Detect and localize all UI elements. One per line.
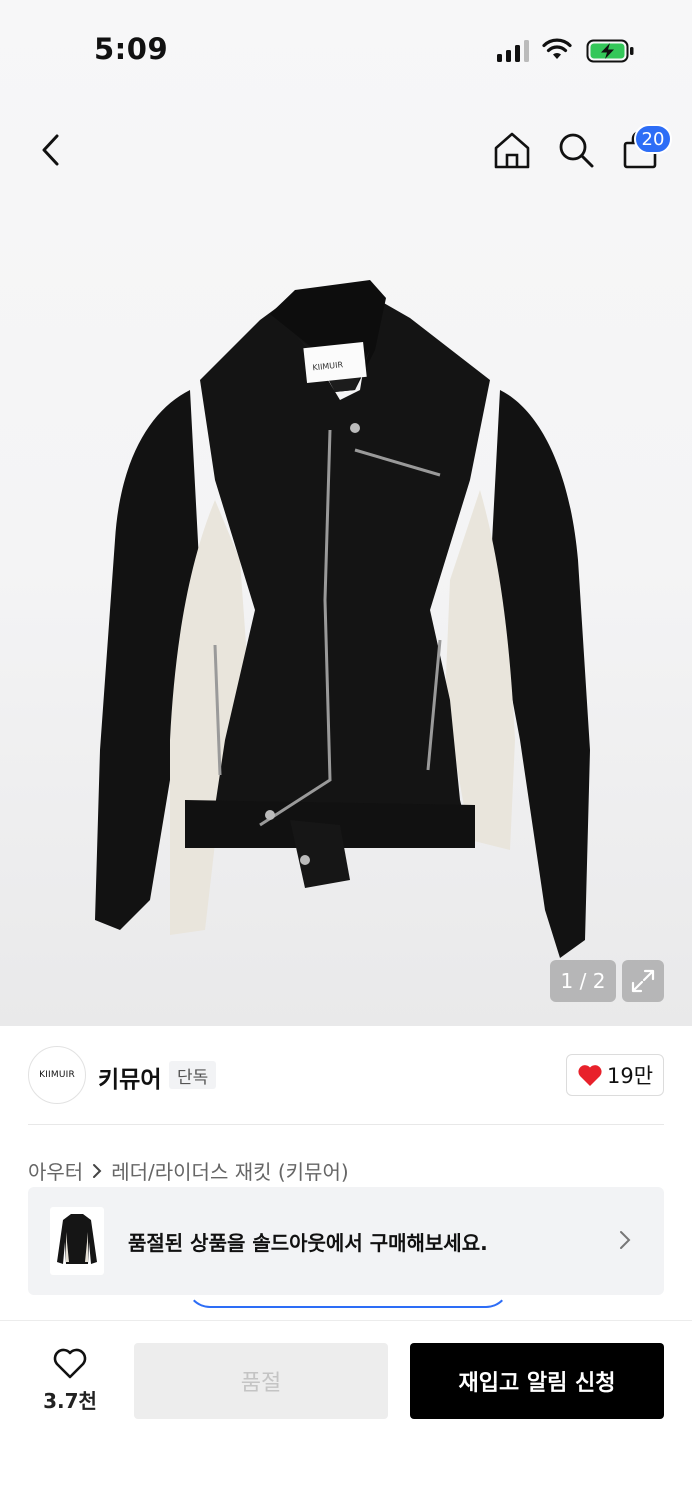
status-time: 5:09 (94, 32, 169, 66)
heart-filled-icon (578, 1065, 602, 1086)
soldout-product-thumbnail (50, 1207, 104, 1275)
cart-count-badge: 20 (634, 124, 672, 154)
breadcrumb-category[interactable]: 아우터 (28, 1156, 83, 1185)
signal-icon (497, 40, 529, 62)
wishlist-count: 3.7천 (43, 1389, 97, 1413)
breadcrumb-subcategory[interactable]: 레더/라이더스 재킷 (키뮤어) (111, 1156, 348, 1185)
home-button[interactable] (490, 128, 534, 172)
search-icon (559, 133, 594, 168)
restock-alert-button[interactable]: 재입고 알림 신청 (410, 1343, 664, 1419)
back-button[interactable] (30, 130, 70, 170)
battery-icon (586, 39, 634, 63)
soldout-button: 품절 (134, 1343, 388, 1419)
jacket-thumbnail-image (57, 1214, 97, 1264)
brand-logo[interactable]: KIIMUIR (28, 1046, 86, 1104)
chevron-left-icon (42, 134, 59, 166)
section-divider (28, 1124, 664, 1125)
tooltip-arc-decoration (186, 1262, 510, 1308)
heart-outline-icon (53, 1348, 87, 1379)
brand-name[interactable]: 키뮤어 (98, 1060, 161, 1094)
expand-icon (631, 969, 655, 993)
exclusive-badge: 단독 (169, 1061, 217, 1089)
product-image-area[interactable]: 5:09 20 KIIMUIR 1 / 2 (0, 0, 692, 1026)
wifi-icon (542, 38, 572, 59)
chevron-right-icon (620, 1231, 631, 1249)
wishlist-button[interactable]: 3.7천 (30, 1347, 110, 1421)
image-counter: 1 / 2 (550, 960, 616, 1002)
chevron-right-icon (93, 1163, 102, 1178)
brand-like-count: 19만 (606, 1064, 654, 1088)
home-icon (494, 132, 530, 169)
search-button[interactable] (554, 128, 598, 172)
expand-image-button[interactable] (622, 960, 664, 1002)
status-bar: 5:09 (0, 0, 692, 100)
soldout-banner-text: 품절된 상품을 솔드아웃에서 구매해보세요. (128, 1231, 488, 1255)
product-photo-jacket: KIIMUIR (95, 280, 590, 958)
brand-like-button[interactable]: 19만 (566, 1054, 664, 1096)
bottom-action-bar: 3.7천 품절 재입고 알림 신청 (0, 1320, 692, 1501)
breadcrumb: 아우터 레더/라이더스 재킷 (키뮤어) (28, 1156, 349, 1185)
